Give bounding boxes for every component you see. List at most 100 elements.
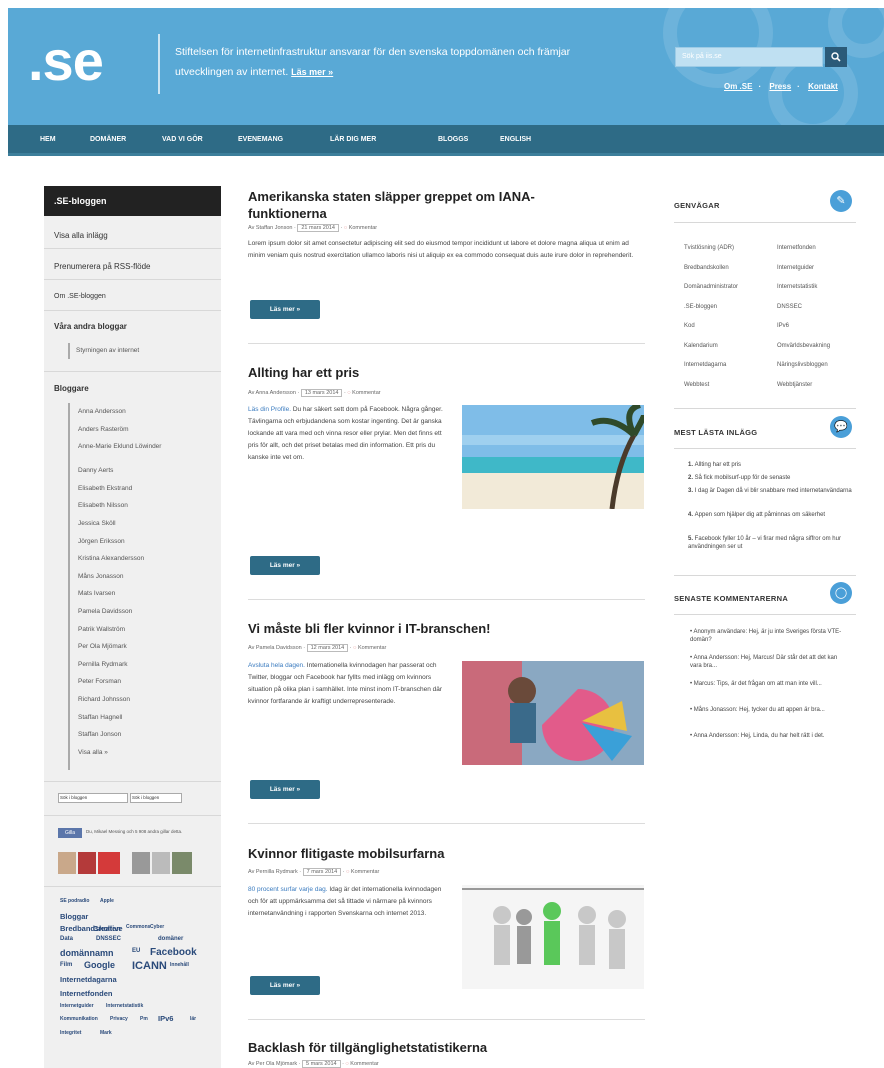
article-comments[interactable]: Kommentar (352, 390, 380, 396)
fan-thumbnail[interactable] (132, 852, 150, 874)
sidebar-search-input[interactable]: Sök i bloggen (58, 793, 128, 803)
latest-comment-text[interactable]: Anonym användare: Hej, är ju inte Sverig… (690, 629, 841, 643)
sidebar-blogger-link[interactable]: Staffan Hagnell (78, 714, 188, 721)
sidebar-search-button[interactable]: Sök i bloggen (130, 793, 182, 803)
sidebar-other-blog[interactable]: Styrningen av internet (76, 347, 139, 354)
tag-link[interactable]: SE podradio (60, 898, 89, 904)
article-title[interactable]: Allting har ett pris (248, 364, 359, 381)
article-author[interactable]: Av Per Ola Mjömark (248, 1061, 297, 1067)
tag-link[interactable]: Privacy (110, 1016, 128, 1022)
most-read-link[interactable]: Allting har ett pris (695, 462, 741, 468)
sidebar-blogger-link[interactable]: Kristina Alexandersson (78, 555, 188, 562)
sidebar-blogger-link[interactable]: Pamela Davidsson (78, 608, 188, 615)
tag-link[interactable]: Pm (140, 1016, 148, 1022)
shortcut-link[interactable]: Bredbandskollen (684, 265, 729, 271)
article-author[interactable]: Av Pamela Davidsson (248, 645, 302, 651)
sidebar-blogger-link[interactable]: Jörgen Eriksson (78, 538, 188, 545)
tag-link[interactable]: ICANN (132, 960, 167, 972)
nav-item-what-we-do[interactable]: Vad vi gör (162, 136, 203, 143)
sidebar-blogger-link[interactable]: Jessica Sköll (78, 520, 188, 527)
fan-thumbnail[interactable] (78, 852, 96, 874)
fan-thumbnail[interactable] (58, 852, 76, 874)
sidebar-blogger-link[interactable]: Elisabeth Ekstrand (78, 485, 188, 492)
most-read-link[interactable]: I dag är Dagen då vi blir snabbare med i… (695, 488, 852, 494)
sidebar-blogger-link[interactable]: Anne-Marie Eklund Löwinder (78, 443, 188, 450)
tag-link[interactable]: EU (132, 948, 140, 954)
tag-link[interactable]: DNSSEC (96, 936, 121, 942)
latest-comment-text[interactable]: Marcus: Tips, är det frågan om att man i… (694, 681, 822, 687)
tag-link[interactable]: Internetguider (60, 1003, 94, 1009)
shortcut-link[interactable]: Domänadministrator (684, 284, 738, 290)
latest-comment-text[interactable]: Anna Andersson: Hej, Marcus! Där står de… (690, 655, 837, 669)
latest-comment-item[interactable]: • Anna Andersson: Hej, Linda, du har hel… (690, 732, 850, 740)
tag-link[interactable]: Creative (93, 924, 123, 933)
article-author[interactable]: Av Staffan Jonson (248, 225, 292, 231)
shortcut-link[interactable]: Internetguider (777, 265, 814, 271)
tag-link[interactable]: lär (190, 1016, 196, 1022)
article-comments[interactable]: Kommentar (349, 225, 377, 231)
article-comments[interactable]: Kommentar (350, 1061, 378, 1067)
article-author[interactable]: Av Anna Andersson (248, 390, 296, 396)
tag-link[interactable]: Film (60, 962, 72, 968)
tag-link[interactable]: Bloggar (60, 912, 88, 921)
article-lead-link[interactable]: 80 procent surfar varje dag. (248, 886, 328, 893)
nav-item-domains[interactable]: Domäner (90, 136, 126, 143)
shortcut-link[interactable]: Kalendarium (684, 343, 718, 349)
shortcut-link[interactable]: Kod (684, 323, 695, 329)
article-lead-link[interactable]: Läs din Profile. (248, 406, 291, 413)
shortcut-link[interactable]: Internetstatistik (777, 284, 817, 290)
read-more-button[interactable]: Läs mer » (250, 556, 320, 575)
tag-link[interactable]: Data (60, 936, 73, 942)
latest-comment-text[interactable]: Anna Andersson: Hej, Linda, du har helt … (693, 733, 824, 739)
shortcut-link[interactable]: Webbtjänster (777, 382, 812, 388)
latest-comment-item[interactable]: • Måns Jonasson: Hej, tycker du att appe… (690, 706, 850, 714)
tag-link[interactable]: domäner (158, 936, 183, 942)
tag-link[interactable]: Innehåll (170, 962, 189, 968)
sidebar-blogger-link[interactable]: Staffan Jonson (78, 731, 188, 738)
sidebar-blogger-link[interactable]: Danny Aerts (78, 467, 188, 474)
latest-comment-item[interactable]: • Anonym användare: Hej, är ju inte Sver… (690, 628, 850, 644)
tag-link[interactable]: Integritet (60, 1030, 81, 1036)
read-more-button[interactable]: Läs mer » (250, 300, 320, 319)
shortcut-link[interactable]: Internetdagarna (684, 362, 726, 368)
mobile-commuters-image[interactable] (462, 885, 644, 989)
sidebar-blogger-link[interactable]: Pernilla Rydmark (78, 661, 188, 668)
sidebar-link-all-posts[interactable]: Visa alla inlägg (54, 231, 108, 240)
search-input[interactable]: Sök på iis.se (675, 47, 823, 67)
most-read-item[interactable]: 4. Appen som hjälper dig att påminnas om… (688, 511, 856, 519)
article-comments[interactable]: Kommentar (358, 645, 386, 651)
tag-link[interactable]: Apple (100, 898, 114, 904)
nav-item-english[interactable]: English (500, 136, 531, 143)
sidebar-blogger-link[interactable]: Patrik Wallström (78, 626, 188, 633)
article-author[interactable]: Av Pernilla Rydmark (248, 869, 298, 875)
woman-pie-chart-image[interactable] (462, 661, 644, 765)
latest-comment-item[interactable]: • Anna Andersson: Hej, Marcus! Där står … (690, 654, 850, 670)
most-read-link[interactable]: Facebook fyller 10 år – vi firar med någ… (688, 536, 841, 550)
most-read-item[interactable]: 1. Allting har ett pris (688, 461, 856, 469)
tag-link[interactable]: Commons (126, 924, 150, 930)
article-title[interactable]: Backlash för tillgänglighetstatistikerna (248, 1039, 487, 1056)
sidebar-blogger-link[interactable]: Anna Andersson (78, 408, 188, 415)
shortcut-link[interactable]: Omvärldsbevakning (777, 343, 830, 349)
latest-comment-item[interactable]: • Marcus: Tips, är det frågan om att man… (690, 680, 850, 688)
read-more-button[interactable]: Läs mer » (250, 976, 320, 995)
latest-comment-text[interactable]: Måns Jonasson: Hej, tycker du att appen … (694, 707, 825, 713)
tag-link[interactable]: Internetstatistik (106, 1003, 143, 1009)
tag-link[interactable]: Google (84, 960, 115, 970)
tag-link[interactable]: Mark (100, 1030, 112, 1036)
most-read-item[interactable]: 3. I dag är Dagen då vi blir snabbare me… (688, 487, 856, 495)
sidebar-blogger-link[interactable]: Richard Johnsson (78, 696, 188, 703)
tag-link[interactable]: Internetfonden (60, 989, 113, 998)
shortcut-link[interactable]: .SE-bloggen (684, 304, 717, 310)
nav-item-blogs[interactable]: Bloggs (438, 136, 468, 143)
sidebar-bloggers-show-all[interactable]: Visa alla » (78, 749, 188, 756)
sidebar-link-about-blog[interactable]: Om .SE-bloggen (54, 293, 106, 300)
tag-link[interactable]: Cyber (150, 924, 164, 930)
sidebar-blogger-link[interactable]: Per Ola Mjömark (78, 643, 188, 650)
shortcut-link[interactable]: Internetfonden (777, 245, 816, 251)
shortcut-link[interactable]: DNSSEC (777, 304, 802, 310)
most-read-item[interactable]: 5. Facebook fyller 10 år – vi firar med … (688, 535, 856, 551)
shortcut-link[interactable]: Näringslivsbloggen (777, 362, 828, 368)
sidebar-blogger-link[interactable]: Elisabeth Nilsson (78, 502, 188, 509)
most-read-item[interactable]: 2. Så fick mobilsurf-upp för de senaste (688, 474, 856, 482)
